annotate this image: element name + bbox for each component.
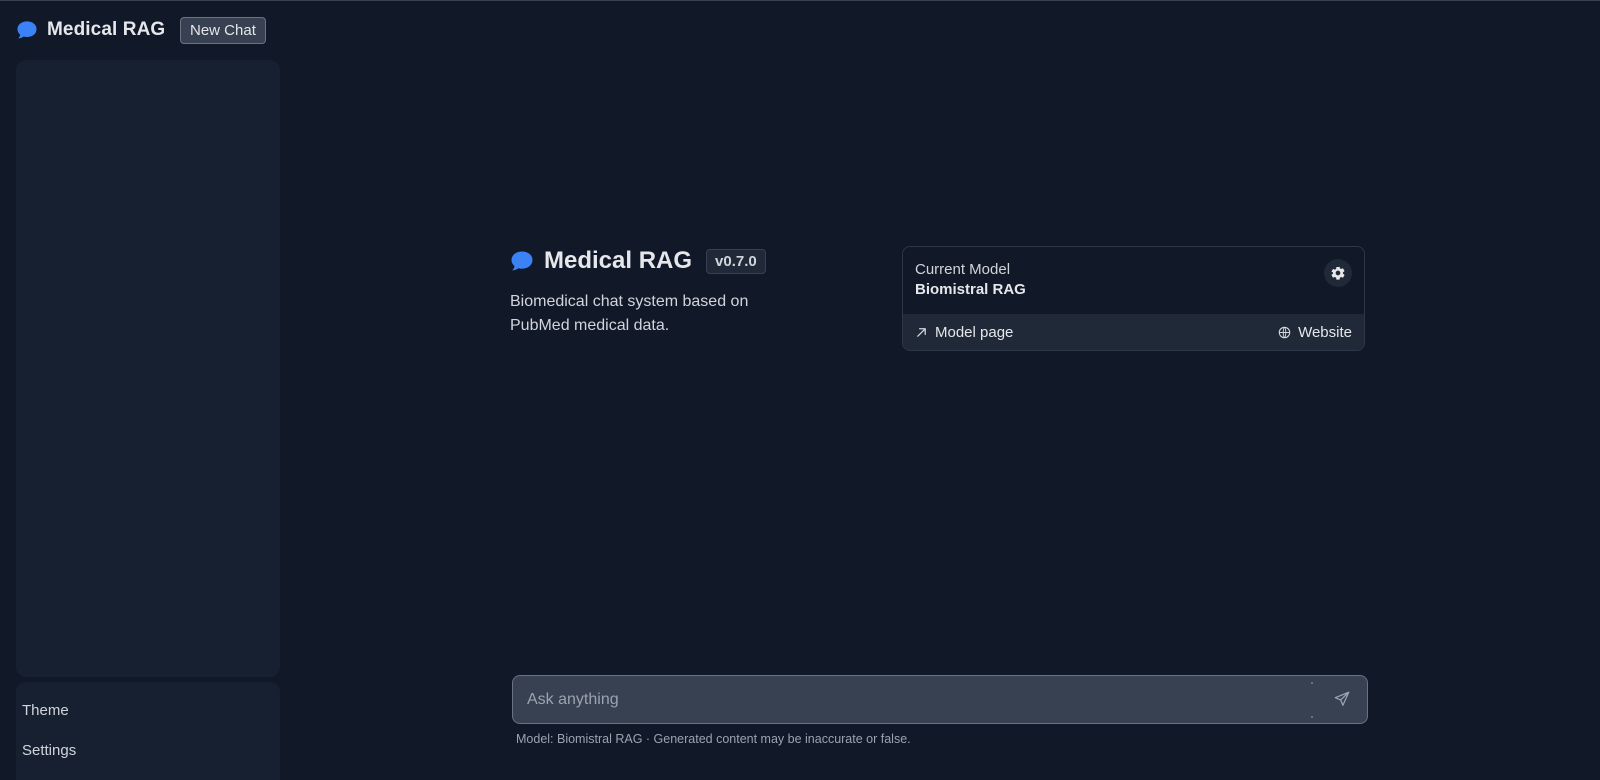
intro-title-row: Medical RAG v0.7.0 xyxy=(510,246,870,276)
brand[interactable]: Medical RAG xyxy=(16,15,165,45)
send-button[interactable] xyxy=(1333,690,1353,710)
sidebar-footer: Theme Settings xyxy=(16,682,280,780)
settings-link[interactable]: Settings xyxy=(22,742,76,759)
model-card: Current Model Biomistral RAG Model page … xyxy=(902,246,1365,351)
chat-bubble-icon xyxy=(17,21,37,39)
theme-link[interactable]: Theme xyxy=(22,702,69,719)
model-settings-button[interactable] xyxy=(1324,259,1352,287)
arrow-up-right-icon xyxy=(917,327,926,337)
header: Medical RAG New Chat xyxy=(0,1,1600,57)
app-title: Medical RAG xyxy=(47,19,166,40)
resize-handle[interactable] xyxy=(1309,680,1315,720)
model-card-footer: Model page Website xyxy=(903,314,1364,350)
chat-input-box xyxy=(512,675,1368,724)
model-page-link[interactable]: Model page xyxy=(915,324,1013,341)
intro-description: Biomedical chat system based on PubMed m… xyxy=(510,293,749,334)
resize-dot xyxy=(1311,682,1313,684)
chat-bubble-icon xyxy=(511,251,533,271)
resize-dot xyxy=(1311,716,1313,718)
gear-icon xyxy=(1331,266,1345,280)
website-label: Website xyxy=(1298,323,1352,341)
new-chat-button[interactable]: New Chat xyxy=(180,17,266,44)
intro-section: Medical RAG v0.7.0 Biomedical chat syste… xyxy=(510,246,870,338)
intro-title: Medical RAG xyxy=(544,247,693,274)
current-model-name: Biomistral RAG xyxy=(915,281,1026,298)
website-link[interactable]: Website xyxy=(1278,324,1352,341)
send-icon xyxy=(1334,691,1350,706)
model-page-label: Model page xyxy=(935,323,1014,341)
chat-history-panel[interactable] xyxy=(16,60,280,677)
chat-input[interactable] xyxy=(525,676,1285,723)
globe-icon xyxy=(1278,326,1291,338)
disclaimer-text: Model: Biomistral RAG · Generated conten… xyxy=(516,732,911,746)
version-badge: v0.7.0 xyxy=(706,248,766,274)
current-model-label: Current Model xyxy=(915,261,1011,278)
